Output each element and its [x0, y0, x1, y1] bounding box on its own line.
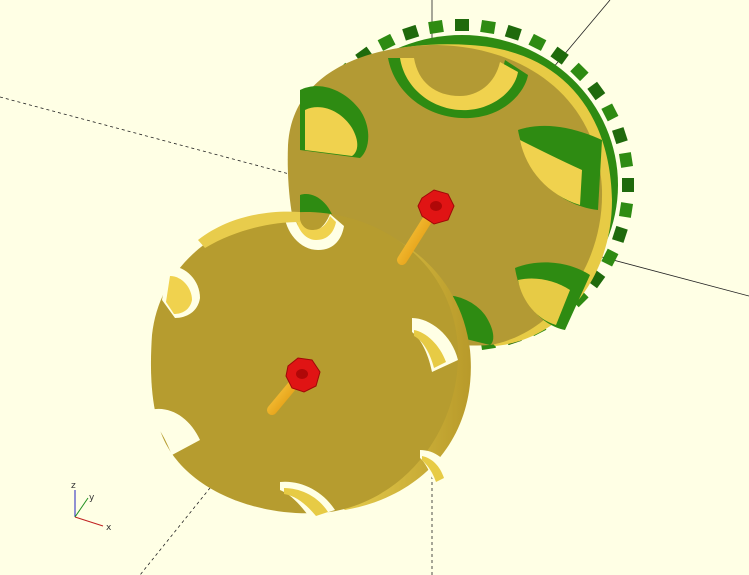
scene-render[interactable]: z y x: [0, 0, 749, 575]
front-shaft-nut-hole: [296, 369, 308, 379]
gear-tooth: [428, 19, 444, 35]
gear-tooth: [618, 152, 634, 168]
3d-viewport[interactable]: z y x: [0, 0, 749, 575]
gear-tooth: [618, 202, 634, 218]
mini-axis-z-label: z: [71, 481, 76, 491]
gear-tooth: [480, 19, 496, 35]
gear-tooth: [622, 178, 634, 192]
mini-axis-y-label: y: [89, 493, 95, 503]
gear-tooth: [455, 19, 469, 31]
mini-axis-x-label: x: [106, 523, 112, 533]
back-shaft-nut-hole: [430, 201, 442, 211]
